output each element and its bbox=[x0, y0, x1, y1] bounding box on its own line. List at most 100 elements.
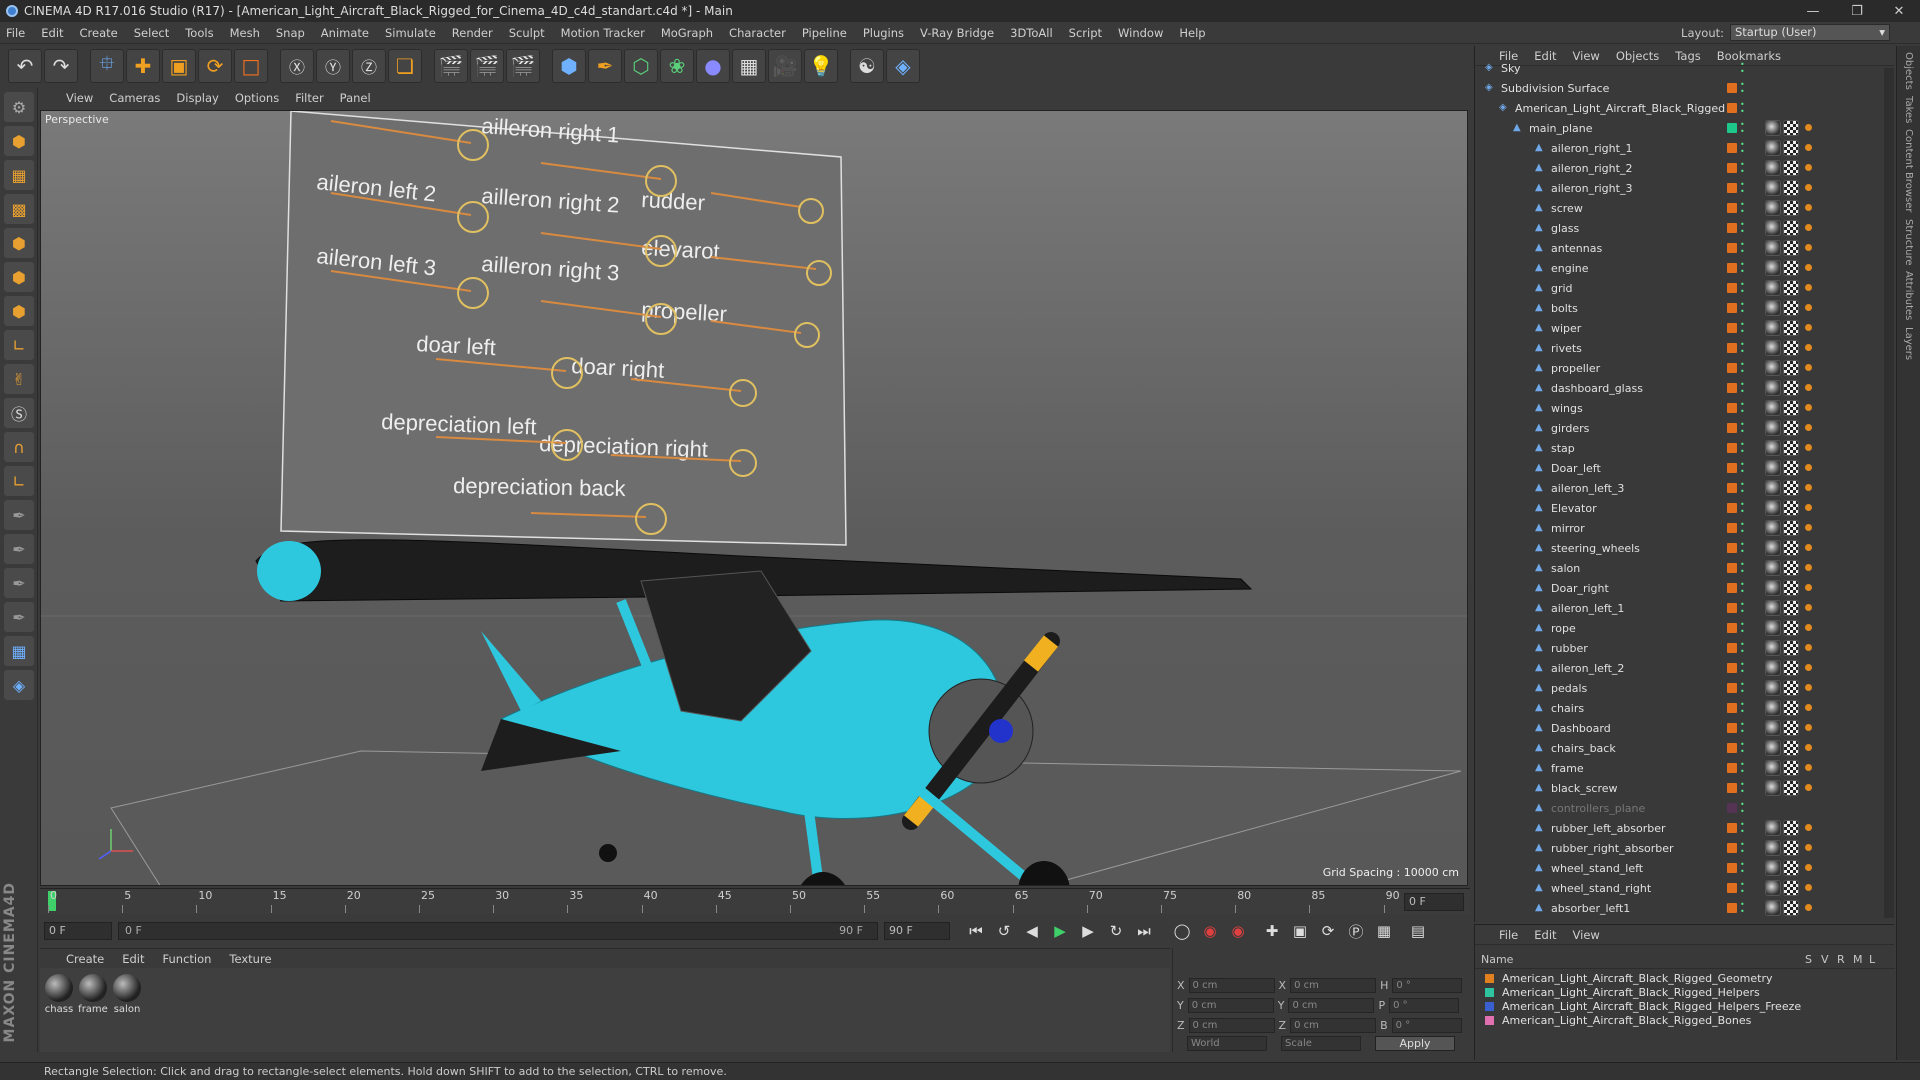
object-row-aileron-right-3[interactable]: ▲ aileron_right_3 • • bbox=[1475, 178, 1895, 198]
layer-color-swatch[interactable] bbox=[1727, 903, 1737, 913]
constraint-tag-icon[interactable] bbox=[1805, 164, 1812, 171]
perspective-viewport[interactable]: Perspective ailleron right 1 rudder ailero… bbox=[40, 110, 1468, 886]
texture-tag-icon[interactable] bbox=[1783, 700, 1799, 716]
recent-tools-icon[interactable]: □ bbox=[234, 49, 268, 83]
layer-color-swatch[interactable] bbox=[1727, 843, 1737, 853]
object-row-screw[interactable]: ▲ screw • • bbox=[1475, 198, 1895, 218]
current-frame-field[interactable]: 0 F bbox=[1404, 893, 1464, 911]
visibility-dots-icon[interactable]: • • bbox=[1740, 881, 1746, 896]
object-row-antennas[interactable]: ▲ antennas • • bbox=[1475, 238, 1895, 258]
layer-row[interactable]: American_Light_Aircraft_Black_Rigged_Hel… bbox=[1485, 985, 1885, 999]
object-row-grid[interactable]: ▲ grid • • bbox=[1475, 278, 1895, 298]
visibility-dots-icon[interactable]: • • bbox=[1740, 801, 1746, 816]
visibility-dots-icon[interactable]: • • bbox=[1740, 621, 1746, 636]
key-position-icon[interactable]: ✚ bbox=[1260, 919, 1284, 943]
viewport-menu-options[interactable]: Options bbox=[235, 91, 279, 105]
texture-tag-icon[interactable] bbox=[1783, 340, 1799, 356]
constraint-tag-icon[interactable] bbox=[1805, 744, 1812, 751]
object-row-rubber-right-absorber[interactable]: ▲ rubber_right_absorber • • bbox=[1475, 838, 1895, 858]
material-tag-icon[interactable] bbox=[1765, 400, 1781, 416]
constraint-tag-icon[interactable] bbox=[1805, 684, 1812, 691]
object-row-bolts[interactable]: ▲ bolts • • bbox=[1475, 298, 1895, 318]
visibility-dots-icon[interactable]: • • bbox=[1740, 861, 1746, 876]
constraint-tag-icon[interactable] bbox=[1805, 184, 1812, 191]
layer-color-swatch[interactable] bbox=[1727, 203, 1737, 213]
frame-range-slider[interactable]: 0 F 90 F bbox=[118, 922, 878, 940]
python-icon[interactable]: ◈ bbox=[886, 49, 920, 83]
material-tag-icon[interactable] bbox=[1765, 220, 1781, 236]
side-tab-takes[interactable]: Takes bbox=[1903, 96, 1914, 123]
coordinate-system-icon[interactable]: ❏ bbox=[388, 49, 422, 83]
visibility-dots-icon[interactable]: • • bbox=[1740, 681, 1746, 696]
material-tag-icon[interactable] bbox=[1765, 200, 1781, 216]
layer-row[interactable]: American_Light_Aircraft_Black_Rigged_Bon… bbox=[1485, 1013, 1885, 1027]
constraint-tag-icon[interactable] bbox=[1805, 444, 1812, 451]
material-salon[interactable]: salon bbox=[112, 974, 142, 1015]
visibility-dots-icon[interactable]: • • bbox=[1740, 201, 1746, 216]
constraint-tag-icon[interactable] bbox=[1805, 264, 1812, 271]
object-row-wiper[interactable]: ▲ wiper • • bbox=[1475, 318, 1895, 338]
cube-icon[interactable]: ⬢ bbox=[552, 49, 586, 83]
visibility-dots-icon[interactable]: • • bbox=[1740, 561, 1746, 576]
material-tag-icon[interactable] bbox=[1765, 180, 1781, 196]
object-row-wheel-stand-right[interactable]: ▲ wheel_stand_right • • bbox=[1475, 878, 1895, 898]
object-row-steering-wheels[interactable]: ▲ steering_wheels • • bbox=[1475, 538, 1895, 558]
object-row-engine[interactable]: ▲ engine • • bbox=[1475, 258, 1895, 278]
layer-row[interactable]: American_Light_Aircraft_Black_Rigged_Hel… bbox=[1485, 999, 1885, 1013]
layer-color-swatch[interactable] bbox=[1727, 383, 1737, 393]
visibility-dots-icon[interactable]: • • bbox=[1740, 601, 1746, 616]
live-selection-icon[interactable]: ⯐ bbox=[90, 49, 124, 83]
texture-tag-icon[interactable] bbox=[1783, 620, 1799, 636]
visibility-dots-icon[interactable]: • • bbox=[1740, 841, 1746, 856]
layer-color-swatch[interactable] bbox=[1485, 987, 1494, 997]
side-tab-objects[interactable]: Objects bbox=[1903, 52, 1914, 90]
texture-tag-icon[interactable] bbox=[1783, 440, 1799, 456]
grid-snap-icon[interactable]: ▦ bbox=[4, 636, 34, 666]
constraint-tag-icon[interactable] bbox=[1805, 784, 1812, 791]
size-x-field[interactable]: 0 cm bbox=[1290, 978, 1377, 993]
apply-button[interactable]: Apply bbox=[1375, 1036, 1455, 1051]
layout-dropdown[interactable]: Startup (User) bbox=[1730, 24, 1890, 41]
texture-tag-icon[interactable] bbox=[1783, 160, 1799, 176]
points-mode-icon[interactable]: ⬢ bbox=[4, 228, 34, 258]
texture-tag-icon[interactable] bbox=[1783, 840, 1799, 856]
timeline-ruler[interactable]: 0 F 0 5 10 15 20 25 30 35 40 45 50 55 60 65 70 75 80 85 90 bbox=[40, 888, 1470, 914]
layer-color-swatch[interactable] bbox=[1727, 83, 1737, 93]
object-row-controllers-plane[interactable]: ▲ controllers_plane • • bbox=[1475, 798, 1895, 818]
maximize-button[interactable]: ❐ bbox=[1834, 0, 1880, 22]
menu-plugins[interactable]: Plugins bbox=[863, 26, 904, 40]
texture-tag-icon[interactable] bbox=[1783, 580, 1799, 596]
texture-tag-icon[interactable] bbox=[1783, 220, 1799, 236]
visibility-dots-icon[interactable]: • • bbox=[1740, 721, 1746, 736]
constraint-tag-icon[interactable] bbox=[1805, 204, 1812, 211]
visibility-dots-icon[interactable]: • • bbox=[1740, 141, 1746, 156]
size-z-field[interactable]: 0 cm bbox=[1290, 1018, 1377, 1033]
rotate-icon[interactable]: ⟳ bbox=[198, 49, 232, 83]
material-tag-icon[interactable] bbox=[1765, 520, 1781, 536]
layer-color-swatch[interactable] bbox=[1727, 763, 1737, 773]
object-row-salon[interactable]: ▲ salon • • bbox=[1475, 558, 1895, 578]
end-frame-field[interactable]: 90 F bbox=[884, 922, 950, 940]
axis-mode-icon[interactable]: ∟ bbox=[4, 330, 34, 360]
object-row-frame[interactable]: ▲ frame • • bbox=[1475, 758, 1895, 778]
layer-menu-edit[interactable]: Edit bbox=[1534, 928, 1556, 942]
side-tab-layers[interactable]: Layers bbox=[1903, 327, 1914, 360]
layer-color-swatch[interactable] bbox=[1485, 973, 1494, 983]
paint-icon[interactable]: ✒ bbox=[4, 568, 34, 598]
constraint-tag-icon[interactable] bbox=[1805, 504, 1812, 511]
texture-tag-icon[interactable] bbox=[1783, 720, 1799, 736]
material-tag-icon[interactable] bbox=[1765, 300, 1781, 316]
layer-color-swatch[interactable] bbox=[1727, 523, 1737, 533]
texture-tag-icon[interactable] bbox=[1783, 260, 1799, 276]
texture-tag-icon[interactable] bbox=[1783, 640, 1799, 656]
size-y-field[interactable]: 0 cm bbox=[1288, 998, 1375, 1013]
visibility-dots-icon[interactable]: • • bbox=[1740, 301, 1746, 316]
object-row-chairs-back[interactable]: ▲ chairs_back • • bbox=[1475, 738, 1895, 758]
close-button[interactable]: ✕ bbox=[1876, 0, 1920, 22]
constraint-tag-icon[interactable] bbox=[1805, 484, 1812, 491]
layer-color-swatch[interactable] bbox=[1727, 683, 1737, 693]
coordinate-mode-dropdown[interactable]: Scale bbox=[1281, 1036, 1361, 1051]
material-tag-icon[interactable] bbox=[1765, 680, 1781, 696]
constraint-tag-icon[interactable] bbox=[1805, 884, 1812, 891]
visibility-dots-icon[interactable]: • • bbox=[1740, 321, 1746, 336]
